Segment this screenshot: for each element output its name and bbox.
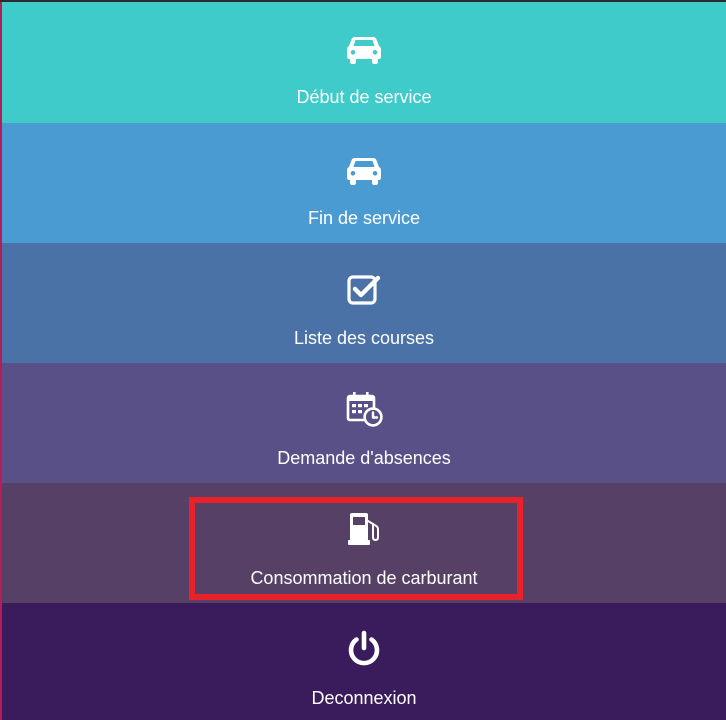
menu-item-demande-absences[interactable]: Demande d'absences (2, 363, 726, 483)
menu-item-label: Consommation de carburant (250, 568, 478, 588)
menu-item-label: Début de service (296, 87, 432, 107)
menu-item-label: Demande d'absences (277, 448, 451, 468)
car-icon (347, 158, 381, 185)
fuel-pump-icon (348, 513, 379, 545)
car-icon (347, 37, 381, 64)
checkbox-icon (347, 275, 381, 305)
menu-item-fin-de-service[interactable]: Fin de service (2, 123, 726, 243)
menu-item-label: Deconnexion (311, 688, 417, 708)
menu-item-liste-des-courses[interactable]: Liste des courses (2, 243, 726, 363)
menu-item-label: Liste des courses (293, 328, 435, 348)
main-menu: Début de service Fin de service Liste de… (0, 0, 726, 720)
menu-item-debut-de-service[interactable]: Début de service (2, 2, 726, 123)
calendar-clock-icon (346, 392, 383, 427)
menu-item-consommation-carburant[interactable]: Consommation de carburant (2, 483, 726, 603)
power-icon (348, 630, 380, 666)
menu-item-label: Fin de service (307, 208, 421, 228)
menu-item-deconnexion[interactable]: Deconnexion (2, 603, 726, 720)
